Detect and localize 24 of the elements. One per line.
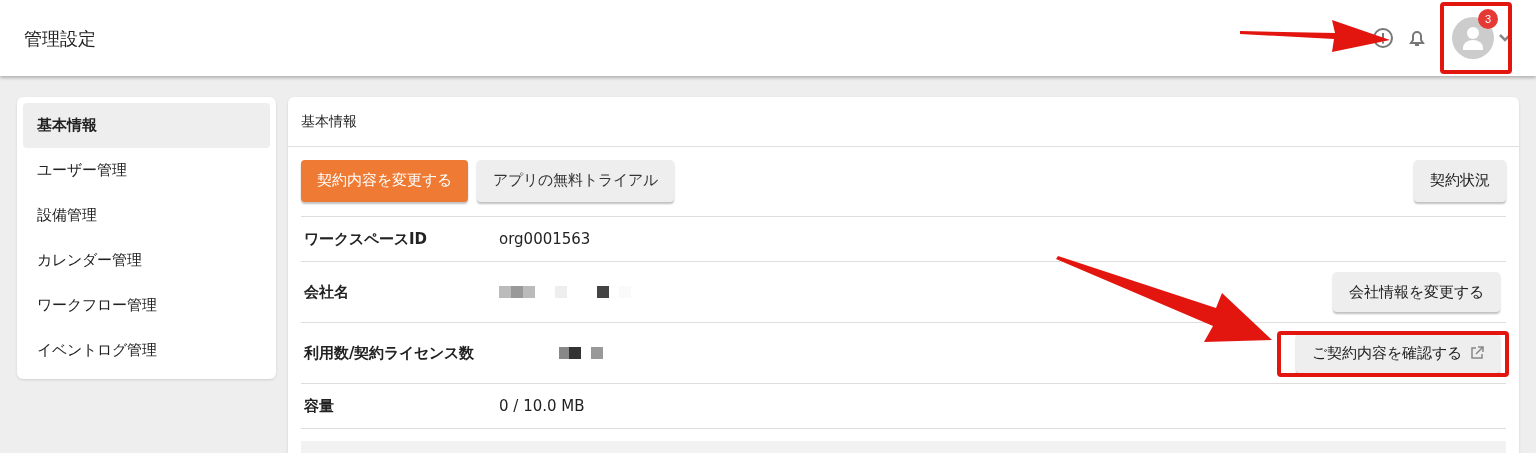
- avatar-icon[interactable]: [1452, 17, 1494, 59]
- info-icon[interactable]: [1372, 27, 1394, 49]
- sidebar-item[interactable]: ユーザー管理: [23, 148, 270, 193]
- external-link-icon: [1470, 346, 1484, 360]
- sidebar-item[interactable]: イベントログ管理: [23, 328, 270, 373]
- row-action-button[interactable]: 会社情報を変更する: [1333, 272, 1500, 312]
- sidebar-item[interactable]: 基本情報: [23, 103, 270, 148]
- field-label: 容量: [304, 395, 335, 417]
- notification-badge: 3: [1478, 9, 1498, 29]
- field-label: ワークスペースID: [304, 228, 429, 250]
- sidebar-item[interactable]: ワークフロー管理: [23, 283, 270, 328]
- field-label: 利用数/契約ライセンス数: [304, 342, 476, 364]
- sidebar-item[interactable]: カレンダー管理: [23, 238, 270, 283]
- action-button[interactable]: アプリの無料トライアル: [477, 159, 674, 202]
- contract-status-button[interactable]: 契約状況: [1414, 159, 1506, 202]
- field-value: 0 / 10.0 MB: [499, 395, 585, 417]
- page-title: 管理設定: [24, 26, 96, 51]
- highlight-frame: [1440, 2, 1512, 74]
- row-action-button[interactable]: ご契約内容を確認する: [1296, 333, 1500, 373]
- panel-title: 基本情報: [301, 112, 357, 131]
- field-value: org0001563: [499, 228, 591, 250]
- sidebar-item[interactable]: 設備管理: [23, 193, 270, 238]
- field-label: 会社名: [304, 281, 350, 303]
- redacted-value-drawing: [559, 347, 603, 359]
